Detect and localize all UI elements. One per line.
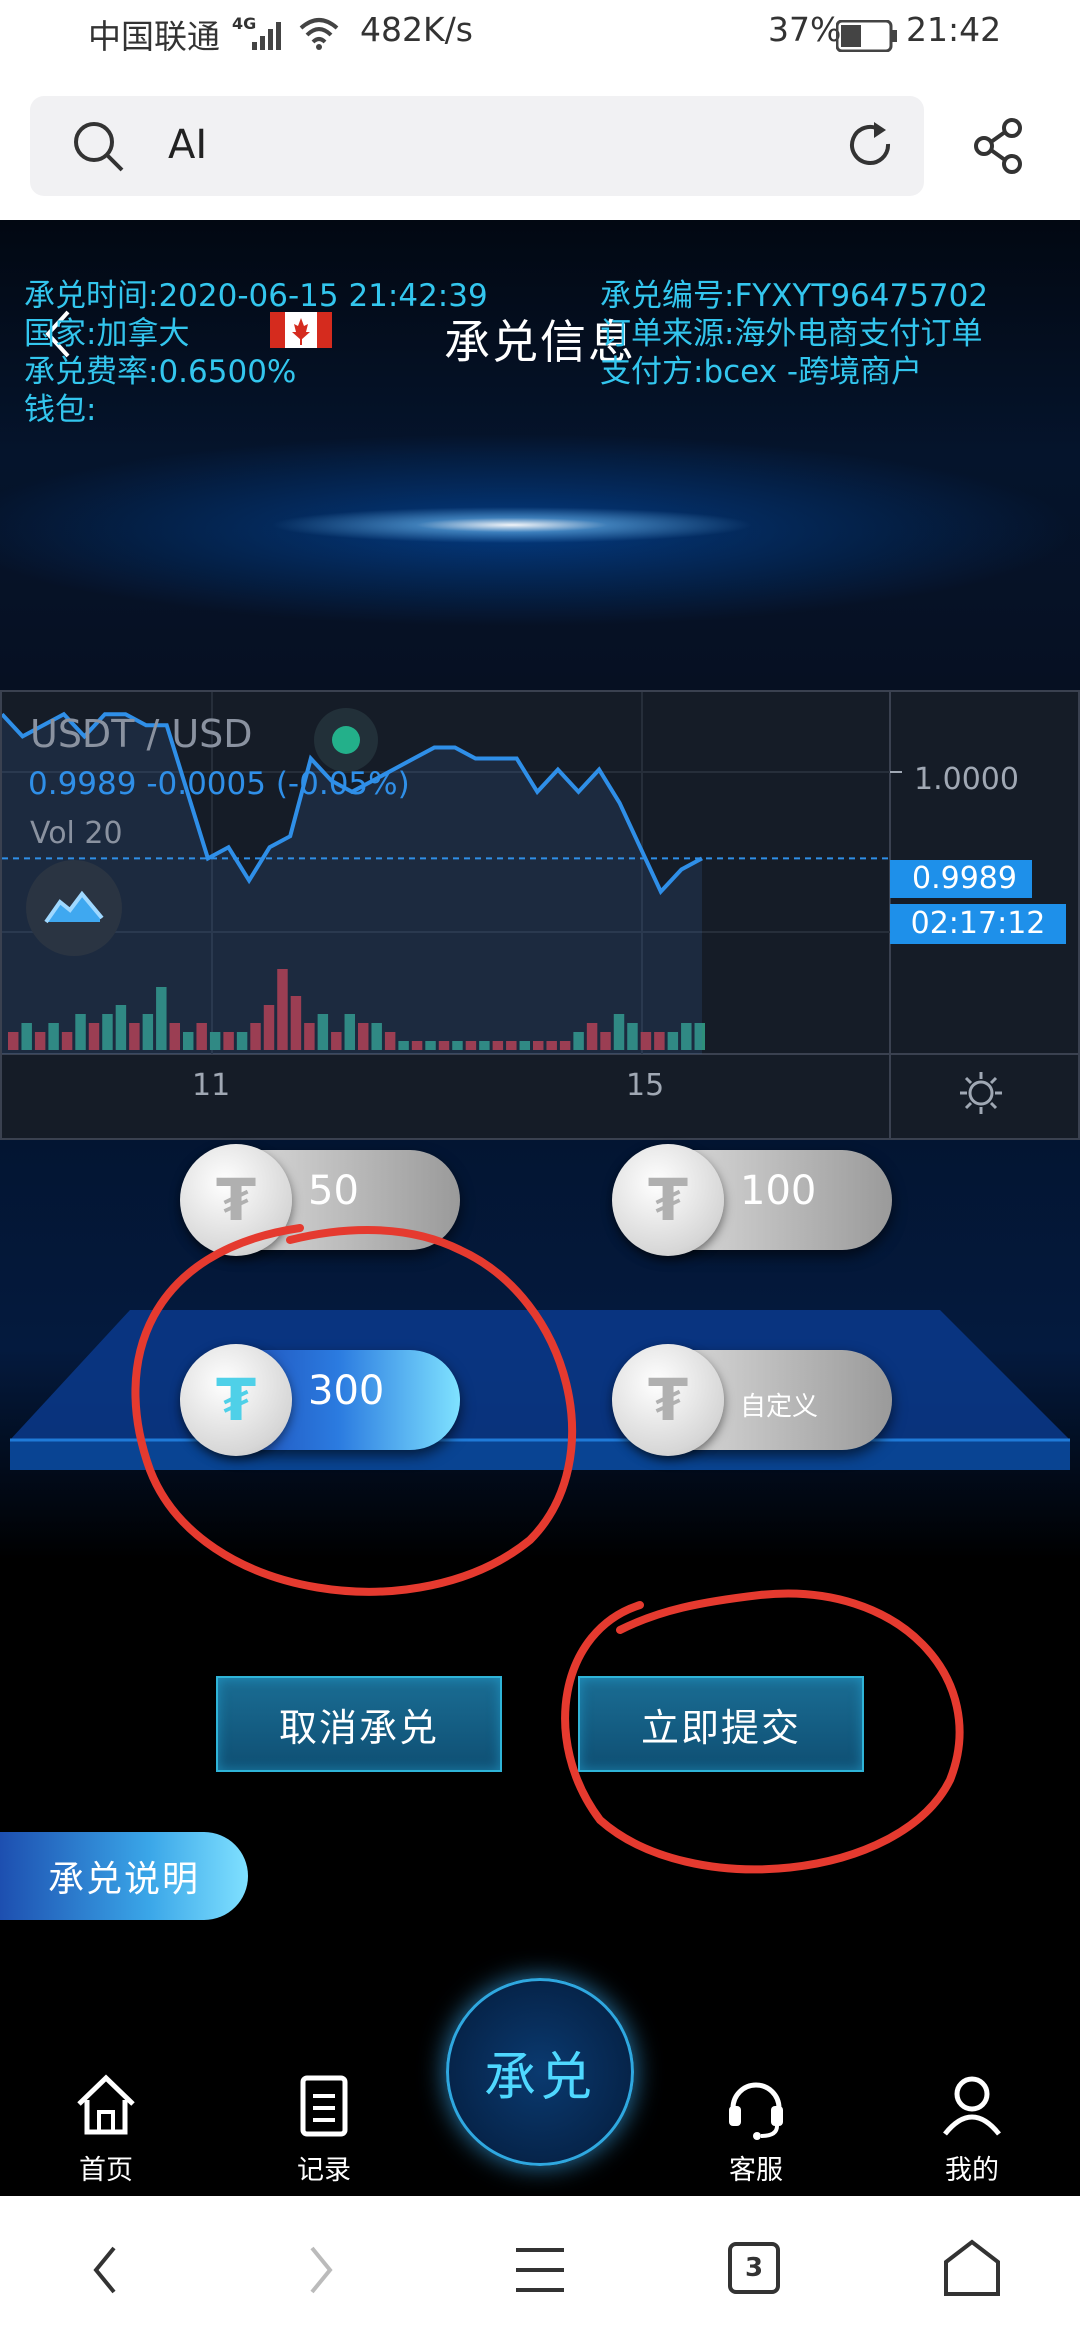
live-indicator xyxy=(314,708,378,772)
forward-nav-icon[interactable] xyxy=(300,2242,340,2298)
countdown-badge: 02:17:12 xyxy=(890,904,1066,944)
annotation-overlay xyxy=(131,1224,964,1874)
battery-icon xyxy=(836,20,897,52)
tab-records-label: 记录 xyxy=(297,2155,351,2186)
home-icon xyxy=(77,2074,135,2135)
browser-toolbar: AI xyxy=(0,78,1080,220)
clock: 21:42 xyxy=(906,10,1002,49)
price-tick-label: 1.0000 xyxy=(914,762,1019,797)
refresh-icon[interactable] xyxy=(844,118,900,174)
clipboard-icon xyxy=(300,2075,348,2137)
search-icon[interactable] xyxy=(70,118,126,174)
countdown: 02:17:12 xyxy=(910,906,1046,941)
carrier-label: 中国联通 xyxy=(88,17,220,56)
network-speed: 482K/s xyxy=(360,10,473,49)
battery-percent: 37% xyxy=(768,10,842,49)
area-chart-icon xyxy=(44,890,104,924)
tabs-count: 3 xyxy=(744,2253,764,2283)
tab-home-label: 首页 xyxy=(79,2155,133,2186)
tab-service-label: 客服 xyxy=(729,2155,783,2186)
current-price: 0.9989 xyxy=(912,861,1017,896)
status-bar: 中国联通 4G 482K/s 37% 21:42 xyxy=(0,0,1080,78)
settings-icon[interactable] xyxy=(958,1070,1004,1116)
chart-type-button[interactable] xyxy=(26,860,122,956)
address-text[interactable]: AI xyxy=(168,122,207,168)
payer: 支付方:bcex -跨境商户 xyxy=(600,354,923,390)
navigation-bar: 3 xyxy=(0,2196,1080,2340)
user-icon xyxy=(943,2076,1001,2136)
signal-icon xyxy=(252,22,281,50)
current-price-badge: 0.9989 xyxy=(890,860,1032,898)
price-chart[interactable]: USDT / USD 0.9989 -0.0005 (-0.05%) Vol 2… xyxy=(0,690,1080,1140)
tabs-count-button[interactable]: 3 xyxy=(728,2242,780,2294)
tab-mine-label: 我的 xyxy=(945,2155,999,2186)
tab-service[interactable]: 客服 xyxy=(696,2070,816,2187)
tab-exchange-center[interactable]: 承兑 xyxy=(446,1978,634,2166)
back-nav-icon[interactable] xyxy=(86,2242,126,2298)
tab-home[interactable]: 首页 xyxy=(46,2070,166,2187)
wallet-label: 钱包: xyxy=(24,392,97,428)
home-nav-icon[interactable] xyxy=(940,2236,1004,2300)
date-tick-15: 15 xyxy=(626,1068,665,1103)
quote-label: 0.9989 -0.0005 (-0.05%) xyxy=(28,766,410,802)
tab-mine[interactable]: 我的 xyxy=(912,2070,1032,2187)
canada-flag-icon xyxy=(270,312,332,348)
share-icon[interactable] xyxy=(970,116,1030,176)
pair-label: USDT / USD xyxy=(30,712,253,756)
volume-label: Vol 20 xyxy=(30,816,123,851)
menu-icon[interactable] xyxy=(512,2244,568,2296)
tab-records[interactable]: 记录 xyxy=(264,2070,384,2187)
date-tick-11: 11 xyxy=(192,1068,231,1103)
wifi-icon xyxy=(299,18,339,50)
address-bar[interactable]: AI xyxy=(30,96,924,196)
headset-icon xyxy=(729,2082,783,2140)
